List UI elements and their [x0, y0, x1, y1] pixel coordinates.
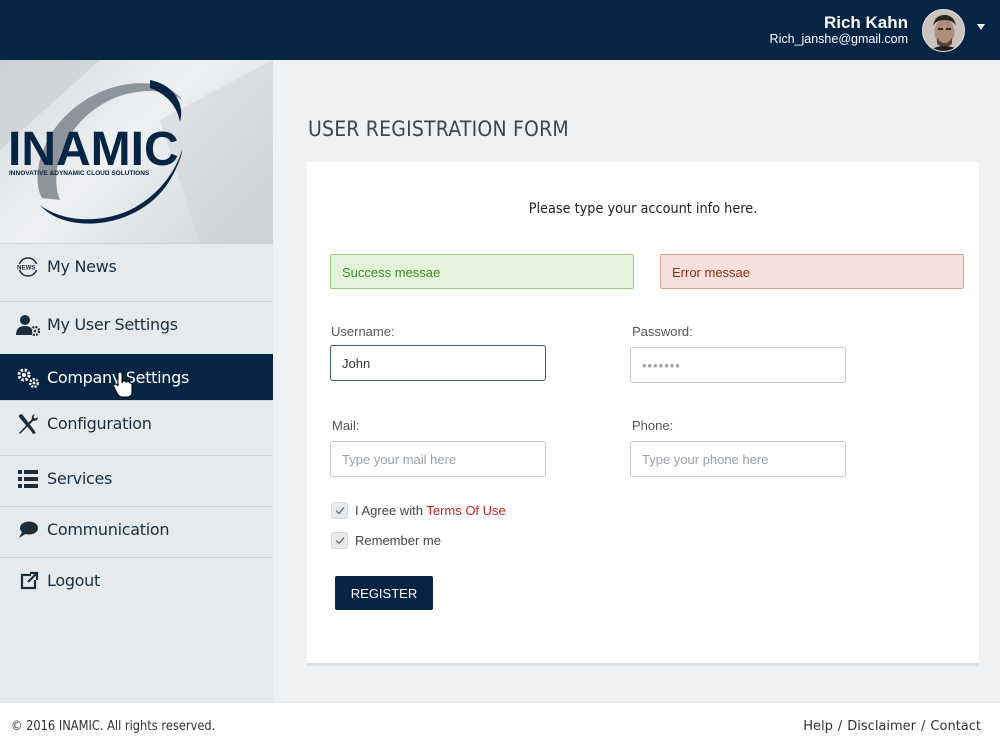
sidebar-item-services[interactable]: Services — [0, 455, 273, 501]
footer-separator: / — [837, 719, 843, 734]
password-input[interactable] — [630, 347, 846, 383]
checkmark-icon — [335, 537, 345, 545]
logo-area: INAMIC INNOVATIVE &DYNAMIC CLOUD SOLUTIO… — [0, 60, 273, 243]
sidebar: INAMIC INNOVATIVE &DYNAMIC CLOUD SOLUTIO… — [0, 60, 273, 702]
user-menu-caret-icon[interactable] — [977, 24, 985, 30]
sidebar-item-label: Communication — [47, 520, 170, 539]
success-alert: Success messae — [330, 254, 634, 289]
top-bar: Rich Kahn Rich_janshe@gmail.com — [0, 0, 1000, 60]
mail-label: Mail: — [332, 418, 360, 433]
footer: © 2016 INAMIC. All rights reserved. Help… — [0, 702, 1000, 753]
error-alert: Error messae — [660, 254, 964, 289]
hand-pointer-cursor-icon — [113, 372, 133, 398]
copyright: © 2016 INAMIC. All rights reserved. — [11, 719, 216, 734]
sidebar-item-label: My User Settings — [47, 315, 178, 334]
user-email: Rich_janshe@gmail.com — [769, 32, 908, 46]
terms-of-use-link[interactable]: Terms Of Use — [426, 503, 505, 518]
register-button[interactable]: REGISTER — [335, 576, 433, 610]
logo-tagline: INNOVATIVE &DYNAMIC CLOUD SOLUTIONS — [9, 170, 150, 177]
user-settings-icon — [16, 315, 40, 336]
username-input[interactable] — [330, 345, 546, 381]
sidebar-item-communication[interactable]: Communication — [0, 506, 273, 552]
user-name: Rich Kahn — [823, 13, 908, 32]
disclaimer-link[interactable]: Disclaimer — [847, 719, 916, 734]
sidebar-item-label: Services — [47, 469, 113, 488]
form-instructions: Please type your account info here. — [528, 201, 758, 217]
svg-text:NEWS: NEWS — [17, 265, 36, 272]
page-title: USER REGISTRATION FORM — [308, 117, 569, 141]
sidebar-item-my-news[interactable]: NEWS My News — [0, 243, 273, 289]
registration-card: Please type your account info here. Succ… — [307, 162, 979, 666]
checkmark-icon — [335, 507, 345, 515]
password-label: Password: — [632, 324, 693, 339]
phone-label: Phone: — [632, 418, 674, 433]
list-icon — [18, 470, 38, 488]
external-link-icon — [20, 571, 39, 590]
sidebar-item-configuration[interactable]: Configuration — [0, 400, 273, 446]
sidebar-item-company-settings[interactable]: Company Settings — [0, 354, 273, 400]
sidebar-item-logout[interactable]: Logout — [0, 557, 273, 603]
mail-input[interactable] — [330, 441, 546, 477]
phone-input[interactable] — [630, 441, 846, 477]
contact-link[interactable]: Contact — [930, 719, 981, 734]
sidebar-item-label: Logout — [47, 571, 100, 590]
username-label: Username: — [331, 324, 395, 339]
avatar[interactable] — [922, 9, 965, 52]
inamic-logo: INAMIC INNOVATIVE &DYNAMIC CLOUD SOLUTIO… — [0, 60, 273, 243]
wrench-screwdriver-icon — [19, 414, 38, 434]
footer-separator: / — [921, 719, 926, 734]
terms-prefix: I Agree with — [355, 503, 427, 518]
chat-bubble-icon — [19, 521, 38, 538]
terms-text: I Agree with Terms Of Use — [355, 503, 506, 518]
help-link[interactable]: Help — [803, 719, 833, 734]
gears-icon — [17, 368, 39, 388]
sidebar-item-my-user-settings[interactable]: My User Settings — [0, 301, 273, 347]
sidebar-item-label: My News — [47, 257, 117, 276]
footer-links: Help / Disclaimer / Contact — [803, 719, 981, 734]
logo-wordmark: INAMIC — [8, 123, 179, 176]
terms-checkbox[interactable] — [331, 502, 348, 519]
remember-me-label: Remember me — [355, 533, 441, 548]
sidebar-item-label: Configuration — [47, 414, 152, 433]
remember-me-checkbox[interactable] — [331, 532, 348, 549]
news-icon: NEWS — [17, 257, 38, 277]
